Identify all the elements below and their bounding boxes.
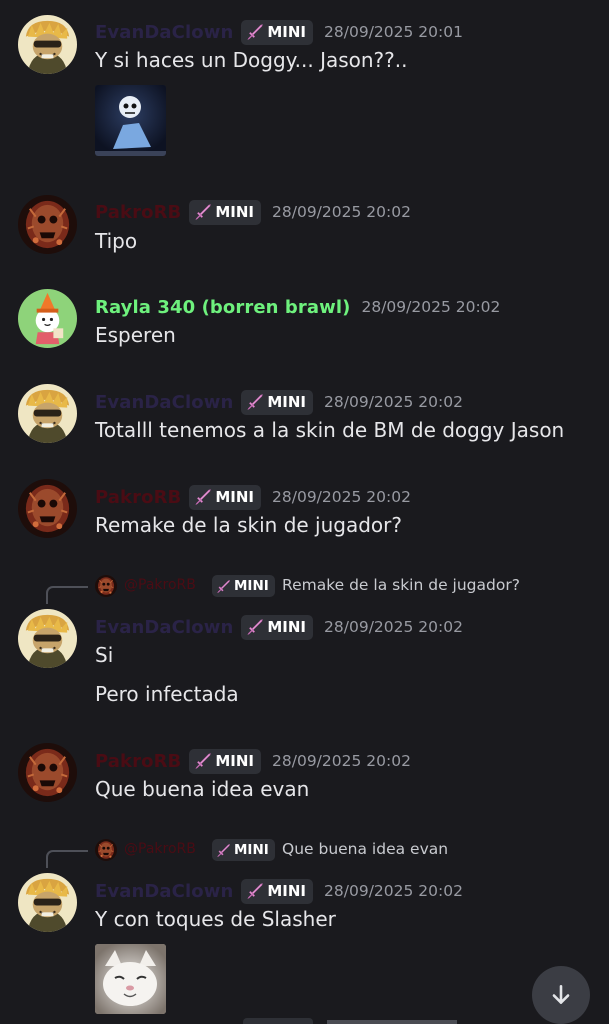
sword-icon — [246, 23, 264, 41]
username[interactable]: PakroRB — [95, 202, 181, 223]
image-attachment-jason[interactable] — [95, 85, 166, 156]
avatar[interactable] — [18, 479, 77, 538]
message-text: Totalll tenemos a la skin de BM de doggy… — [95, 418, 565, 442]
avatar[interactable] — [18, 289, 77, 348]
message-text: Y con toques de Slasher — [95, 907, 336, 931]
role-tag[interactable]: MINI — [241, 19, 314, 45]
role-tag[interactable]: MINI — [241, 389, 314, 415]
message-text: Si — [95, 643, 114, 667]
username[interactable]: EvanDaClown — [95, 617, 233, 638]
avatar[interactable] — [18, 384, 77, 443]
reply-role-tag: MINI — [212, 839, 275, 861]
role-tag-label: MINI — [267, 618, 307, 636]
reply-avatar — [95, 575, 117, 597]
role-tag-label: MINI — [215, 203, 255, 221]
reply-avatar — [95, 839, 117, 861]
next-message-peek — [95, 1018, 575, 1024]
username[interactable]: Rayla 340 (borren brawl) — [95, 297, 350, 318]
username[interactable]: EvanDaClown — [95, 22, 233, 43]
message-text: Tipo — [95, 229, 138, 253]
avatar[interactable] — [18, 195, 77, 254]
message-header: EvanDaClown MINI 28/09/2025 20:02 — [95, 613, 463, 641]
image-attachment-cat[interactable] — [95, 944, 166, 1014]
role-tag[interactable]: MINI — [241, 878, 314, 904]
avatar[interactable] — [18, 15, 77, 74]
role-tag-label: MINI — [267, 882, 307, 900]
sword-icon — [194, 752, 212, 770]
reply-author[interactable]: @PakroRB — [124, 577, 196, 593]
timestamp: 28/09/2025 20:02 — [272, 488, 411, 506]
message-header: PakroRB MINI 28/09/2025 20:02 — [95, 747, 411, 775]
sword-icon — [216, 843, 231, 858]
reply-author[interactable]: @PakroRB — [124, 841, 196, 857]
role-tag-label: MINI — [267, 393, 307, 411]
timestamp: 28/09/2025 20:01 — [324, 23, 463, 41]
timestamp: 28/09/2025 20:02 — [272, 203, 411, 221]
sword-icon — [194, 488, 212, 506]
sword-icon — [246, 618, 264, 636]
sword-icon — [194, 203, 212, 221]
reply-preview[interactable]: @PakroRB MINI Remake de la skin de jugador… — [0, 575, 609, 604]
reply-text[interactable]: Remake de la skin de jugador? — [282, 576, 520, 594]
timestamp: 28/09/2025 20:02 — [324, 882, 463, 900]
arrow-down-icon — [552, 985, 570, 1004]
message-header: EvanDaClown MINI 28/09/2025 20:02 — [95, 388, 463, 416]
timestamp: 28/09/2025 20:02 — [361, 298, 501, 316]
message-header: EvanDaClown MINI 28/09/2025 20:02 — [95, 877, 463, 905]
timestamp: 28/09/2025 20:02 — [324, 618, 463, 636]
reply-connector — [46, 850, 88, 868]
timestamp: 28/09/2025 20:02 — [324, 393, 463, 411]
reply-preview[interactable]: @PakroRB MINI Que buena idea evan — [0, 839, 609, 868]
sword-icon — [246, 882, 264, 900]
message-text: Remake de la skin de jugador? — [95, 513, 403, 537]
message-header: EvanDaClown MINI 28/09/2025 20:01 — [95, 18, 463, 46]
avatar[interactable] — [18, 609, 77, 668]
username[interactable]: EvanDaClown — [95, 881, 233, 902]
role-tag[interactable]: MINI — [241, 614, 314, 640]
avatar[interactable] — [18, 873, 77, 932]
message-text: Esperen — [95, 323, 176, 347]
message-text: Pero infectada — [95, 682, 239, 706]
username[interactable]: PakroRB — [95, 487, 181, 508]
message-header: PakroRB MINI 28/09/2025 20:02 — [95, 483, 411, 511]
scroll-to-bottom-button[interactable] — [532, 966, 590, 1024]
avatar[interactable] — [18, 743, 77, 802]
role-tag-label: MINI — [215, 488, 255, 506]
sword-icon — [216, 579, 231, 594]
reply-tag-label: MINI — [234, 578, 269, 594]
reply-role-tag: MINI — [212, 575, 275, 597]
sword-icon — [246, 393, 264, 411]
username[interactable]: PakroRB — [95, 751, 181, 772]
reply-text[interactable]: Que buena idea evan — [282, 840, 448, 858]
role-tag-label: MINI — [267, 23, 307, 41]
message-header: PakroRB MINI 28/09/2025 20:02 — [95, 198, 411, 226]
message-text: Y si haces un Doggy... Jason??.. — [95, 48, 408, 72]
message-text: Que buena idea evan — [95, 777, 310, 801]
timestamp: 28/09/2025 20:02 — [272, 752, 411, 770]
reply-tag-label: MINI — [234, 842, 269, 858]
role-tag-label: MINI — [215, 752, 255, 770]
message-header: Rayla 340 (borren brawl) 28/09/2025 20:02 — [95, 293, 500, 321]
role-tag[interactable]: MINI — [189, 748, 262, 774]
username[interactable]: EvanDaClown — [95, 392, 233, 413]
reply-connector — [46, 586, 88, 604]
role-tag[interactable]: MINI — [189, 199, 262, 225]
role-tag[interactable]: MINI — [189, 484, 262, 510]
